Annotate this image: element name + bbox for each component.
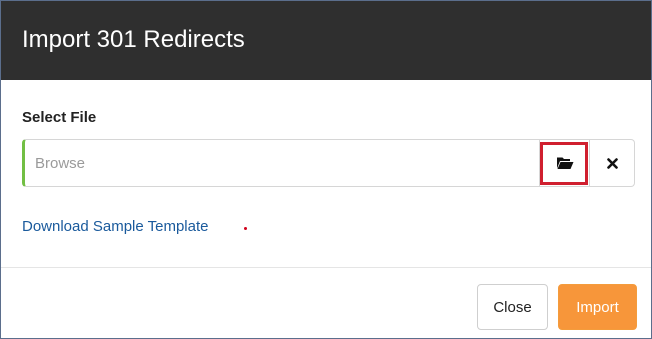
folder-open-icon [540,140,589,186]
import-button[interactable]: Import [558,284,637,330]
close-button[interactable]: Close [477,284,548,330]
file-path-input[interactable] [25,140,537,186]
required-indicator-dot [244,227,247,230]
dialog-title: Import 301 Redirects [22,26,245,53]
dialog-header: Import 301 Redirects [1,1,651,80]
import-redirects-dialog: Import 301 Redirects Select File Downloa… [0,0,652,339]
file-input-group [22,139,635,187]
close-icon [590,140,635,186]
clear-file-button[interactable] [589,140,635,186]
browse-button[interactable] [539,140,589,186]
select-file-label: Select File [22,109,97,126]
footer-divider [1,267,651,268]
download-sample-template-link[interactable]: Download Sample Template [22,218,209,236]
